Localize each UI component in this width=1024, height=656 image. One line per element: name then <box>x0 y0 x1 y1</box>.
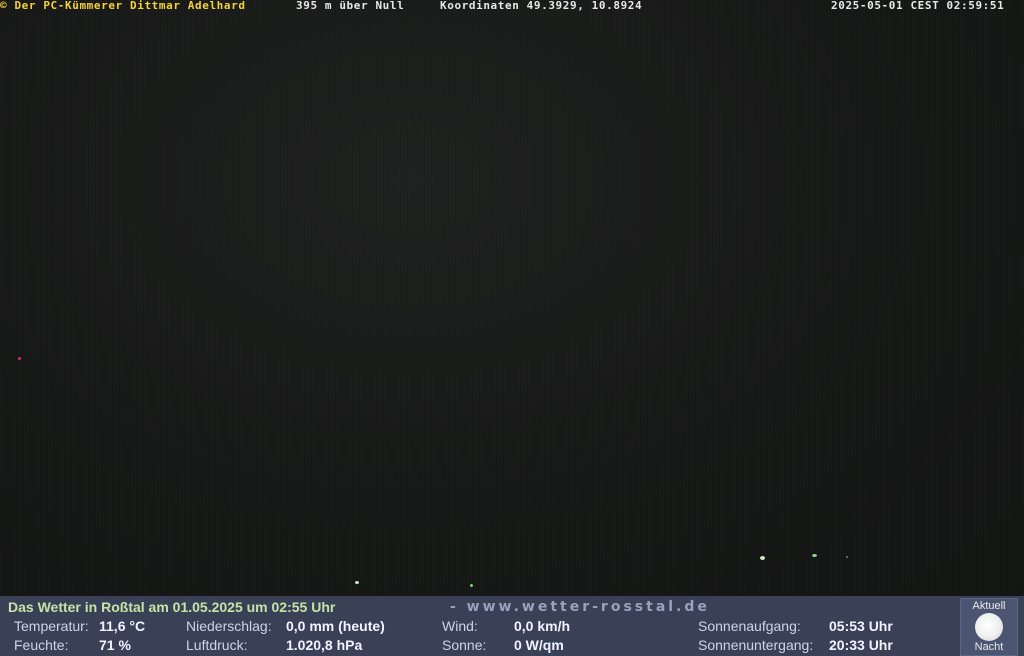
copyright-text: © Der PC-Kümmerer Dittmar Adelhard <box>0 0 246 12</box>
humidity-label: Feuchte: <box>14 637 69 653</box>
light-dot <box>760 556 765 560</box>
timestamp-text: 2025-05-01 CEST 02:59:51 <box>831 0 1005 12</box>
coordinates-text: Koordinaten 49.3929, 10.8924 <box>440 0 643 12</box>
moon-phase-panel: Aktuell Nacht <box>960 598 1018 656</box>
precipitation-label: Niederschlag: <box>186 618 272 634</box>
light-dot <box>812 554 817 557</box>
light-dot <box>355 581 359 584</box>
pressure-value: 1.020,8 hPa <box>286 637 363 653</box>
sun-value: 0 W/qm <box>514 637 564 653</box>
sun-label: Sonne: <box>442 637 487 653</box>
full-moon-icon <box>975 613 1003 641</box>
precipitation-value: 0,0 mm (heute) <box>286 618 385 634</box>
sunrise-value: 05:53 Uhr <box>829 618 893 634</box>
sunset-label: Sonnenuntergang: <box>698 637 814 653</box>
moon-current-label: Aktuell <box>972 600 1006 612</box>
website-link[interactable]: - www.wetter-rosstal.de <box>450 599 710 615</box>
sunset-value: 20:33 Uhr <box>829 637 893 653</box>
temperature-value: 11,6 °C <box>99 618 146 634</box>
moon-night-label: Nacht <box>974 641 1004 653</box>
light-dot <box>18 357 21 360</box>
temperature-label: Temperatur: <box>14 618 89 634</box>
altitude-text: 395 m über Null <box>296 0 405 12</box>
webcam-image <box>0 0 1024 596</box>
weather-title: Das Wetter in Roßtal am 01.05.2025 um 02… <box>8 599 336 615</box>
humidity-value: 71 % <box>99 637 131 653</box>
wind-value: 0,0 km/h <box>514 618 571 634</box>
wind-label: Wind: <box>442 618 478 634</box>
weather-bar: Das Wetter in Roßtal am 01.05.2025 um 02… <box>0 596 1024 656</box>
sunrise-label: Sonnenaufgang: <box>698 618 801 634</box>
light-dot <box>470 584 473 587</box>
pressure-label: Luftdruck: <box>186 637 248 653</box>
camera-info-overlay: © Der PC-Kümmerer Dittmar Adelhard 395 m… <box>0 0 1024 12</box>
light-dot <box>846 556 848 558</box>
